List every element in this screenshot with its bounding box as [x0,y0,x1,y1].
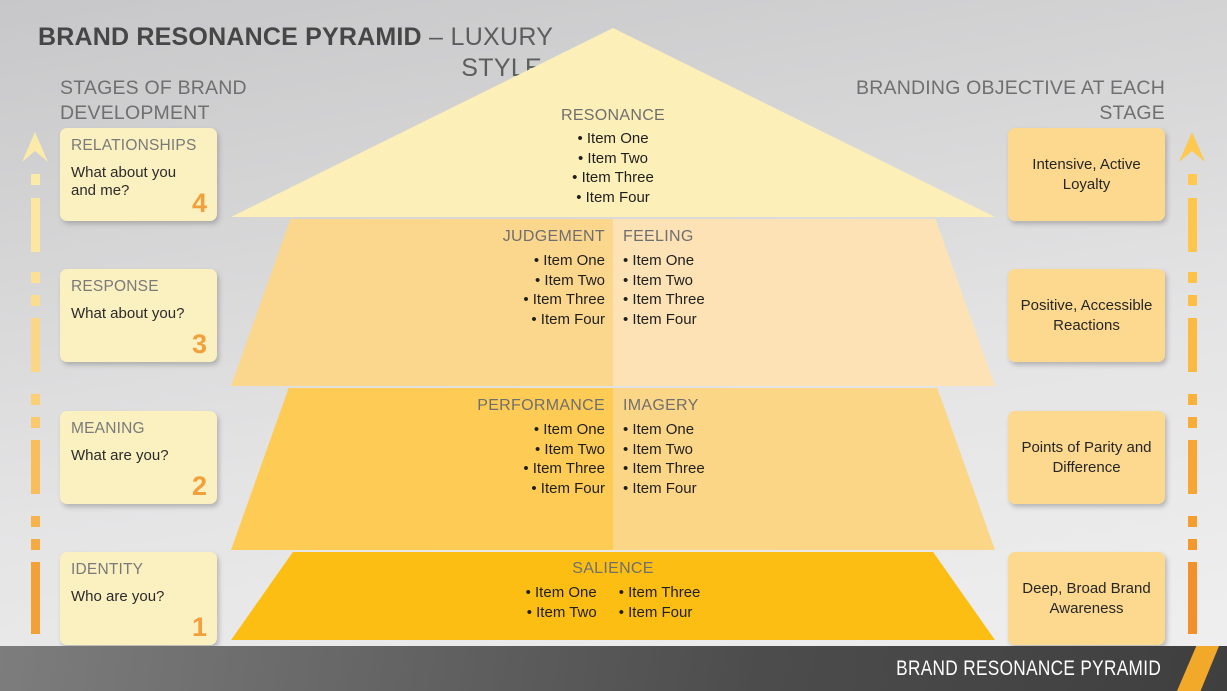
arrow-segment [31,516,40,527]
tier-item: • Item Three [623,460,705,477]
arrow-segment [1188,198,1197,252]
tier-item: • Item Four [531,479,605,497]
objective-card-parity[interactable]: Points of Parity and Difference [1008,411,1165,504]
arrow-segment [31,318,40,372]
tier-item: • Item One [623,252,695,269]
arrow-segment [31,394,40,405]
tier-label: SALIENCE [572,560,654,577]
tier-items-judgement: • Item One • Item Two • Item Three • Ite… [231,251,605,329]
stage-card-title: RESPONSE [71,278,159,295]
tier-item: • Item Four [576,188,650,206]
arrow-segment [1188,562,1197,634]
stage-card-relationships[interactable]: RELATIONSHIPS What about you and me? 4 [60,128,217,221]
up-arrow-icon [1179,132,1205,166]
tier-items-performance: • Item One • Item Two • Item Three • Ite… [231,420,605,498]
tier-item: • Item Three [572,169,654,186]
footer-label: BRAND RESONANCE PYRAMID [896,657,1161,680]
tier-item: • Item One [533,252,605,269]
arrow-segment [1188,295,1197,306]
arrow-segment [31,295,40,306]
stage-card-number: 4 [191,188,207,218]
objective-card-text: Intensive, Active Loyalty [1032,156,1141,193]
tier-items-feeling: • Item One • Item Two • Item Three • Ite… [623,251,705,329]
arrow-segment [31,272,40,283]
tier-label-judgement: JUDGEMENT [502,228,605,245]
pyramid-tier-salience[interactable]: SALIENCE • Item One • Item Two • Item Th… [231,552,995,640]
tier-items-column-b: • Item Three • Item Four [619,583,701,622]
stage-card-question: What are you? [71,447,169,464]
tier-label-imagery: IMAGERY [623,397,699,414]
stage-card-meaning[interactable]: MEANING What are you? 2 [60,411,217,504]
tier-items: • Item One • Item Two • Item Three • Ite… [231,583,995,622]
pyramid-tier-judgement-feeling: JUDGEMENT • Item One • Item Two • Item T… [231,219,995,386]
objective-card-text: Points of Parity and Difference [1021,439,1152,476]
objective-card-text: Positive, Accessible Reactions [1020,297,1153,334]
tier-item: • Item One [525,584,597,601]
arrow-segment [31,417,40,428]
arrow-segment [31,440,40,494]
tier-item: • Item Two [535,271,605,289]
stage-card-question: What about you? [71,305,185,322]
arrow-segment [31,539,40,550]
objective-card-reactions[interactable]: Positive, Accessible Reactions [1008,269,1165,362]
tier-items-column-a: • Item One • Item Two [526,583,597,622]
tier-label-performance: PERFORMANCE [477,397,605,414]
arrow-segment [31,174,40,185]
stage-card-title: MEANING [71,420,145,437]
arrow-segment [1188,417,1197,428]
arrow-segment [1188,272,1197,283]
tier-item: • Item One [623,421,695,438]
stage-card-number: 1 [191,612,207,642]
tier-item: • Item Four [618,603,693,621]
tier-item: • Item Three [523,460,605,477]
tier-item: • Item Four [531,310,605,328]
stage-card-number: 2 [191,471,207,501]
left-progress-arrow [22,132,48,637]
stage-card-number: 3 [191,329,207,359]
arrow-segment [1188,440,1197,494]
tier-item: • Item Two [535,440,605,458]
stage-card-title: RELATIONSHIPS [71,137,197,154]
arrow-segment [1188,174,1197,185]
stage-card-identity[interactable]: IDENTITY Who are you? 1 [60,552,217,645]
slide-canvas: BRAND RESONANCE PYRAMID – LUXURY STYLE S… [0,0,1227,691]
brand-resonance-pyramid: RESONANCE • Item One • Item Two • Item T… [231,28,995,640]
tier-item: • Item Three [523,291,605,308]
footer-accent-slash [1177,646,1219,691]
tier-items: • Item One • Item Two • Item Three • Ite… [231,129,995,207]
arrow-segment [1188,318,1197,372]
tier-item: • Item One [577,130,649,147]
stage-card-response[interactable]: RESPONSE What about you? 3 [60,269,217,362]
tier-item: • Item Two [623,271,693,289]
stage-card-title: IDENTITY [71,561,144,578]
arrow-segment [1188,516,1197,527]
footer-bar: BRAND RESONANCE PYRAMID [0,646,1227,691]
objective-card-loyalty[interactable]: Intensive, Active Loyalty [1008,128,1165,221]
tier-item: • Item Three [623,291,705,308]
right-progress-arrow [1179,132,1205,637]
stage-card-question: What about you and me? [71,164,177,200]
tier-item: • Item Two [526,603,597,621]
objective-card-awareness[interactable]: Deep, Broad Brand Awareness [1008,552,1165,645]
up-arrow-icon-svg [1179,132,1205,162]
arrow-segment [31,562,40,634]
arrow-segment [31,198,40,252]
tier-item: • Item Four [623,310,697,328]
pyramid-tier-performance-imagery: PERFORMANCE • Item One • Item Two • Item… [231,388,995,550]
up-arrow-icon [22,132,48,166]
tier-label: RESONANCE [560,107,666,124]
tier-label-feeling: FEELING [623,228,694,245]
tier-item: • Item One [533,421,605,438]
tier-item: • Item Two [623,440,693,458]
stage-card-question: Who are you? [71,588,165,605]
tier-items-imagery: • Item One • Item Two • Item Three • Ite… [623,420,705,498]
arrow-segment [1188,394,1197,405]
up-arrow-icon-svg [22,132,48,162]
pyramid-tier-resonance[interactable]: RESONANCE • Item One • Item Two • Item T… [231,28,995,217]
tier-item: • Item Two [578,149,648,167]
arrow-segment [1188,539,1197,550]
objective-card-text: Deep, Broad Brand Awareness [1022,580,1151,617]
tier-item: • Item Three [618,584,701,601]
tier-item: • Item Four [623,479,697,497]
